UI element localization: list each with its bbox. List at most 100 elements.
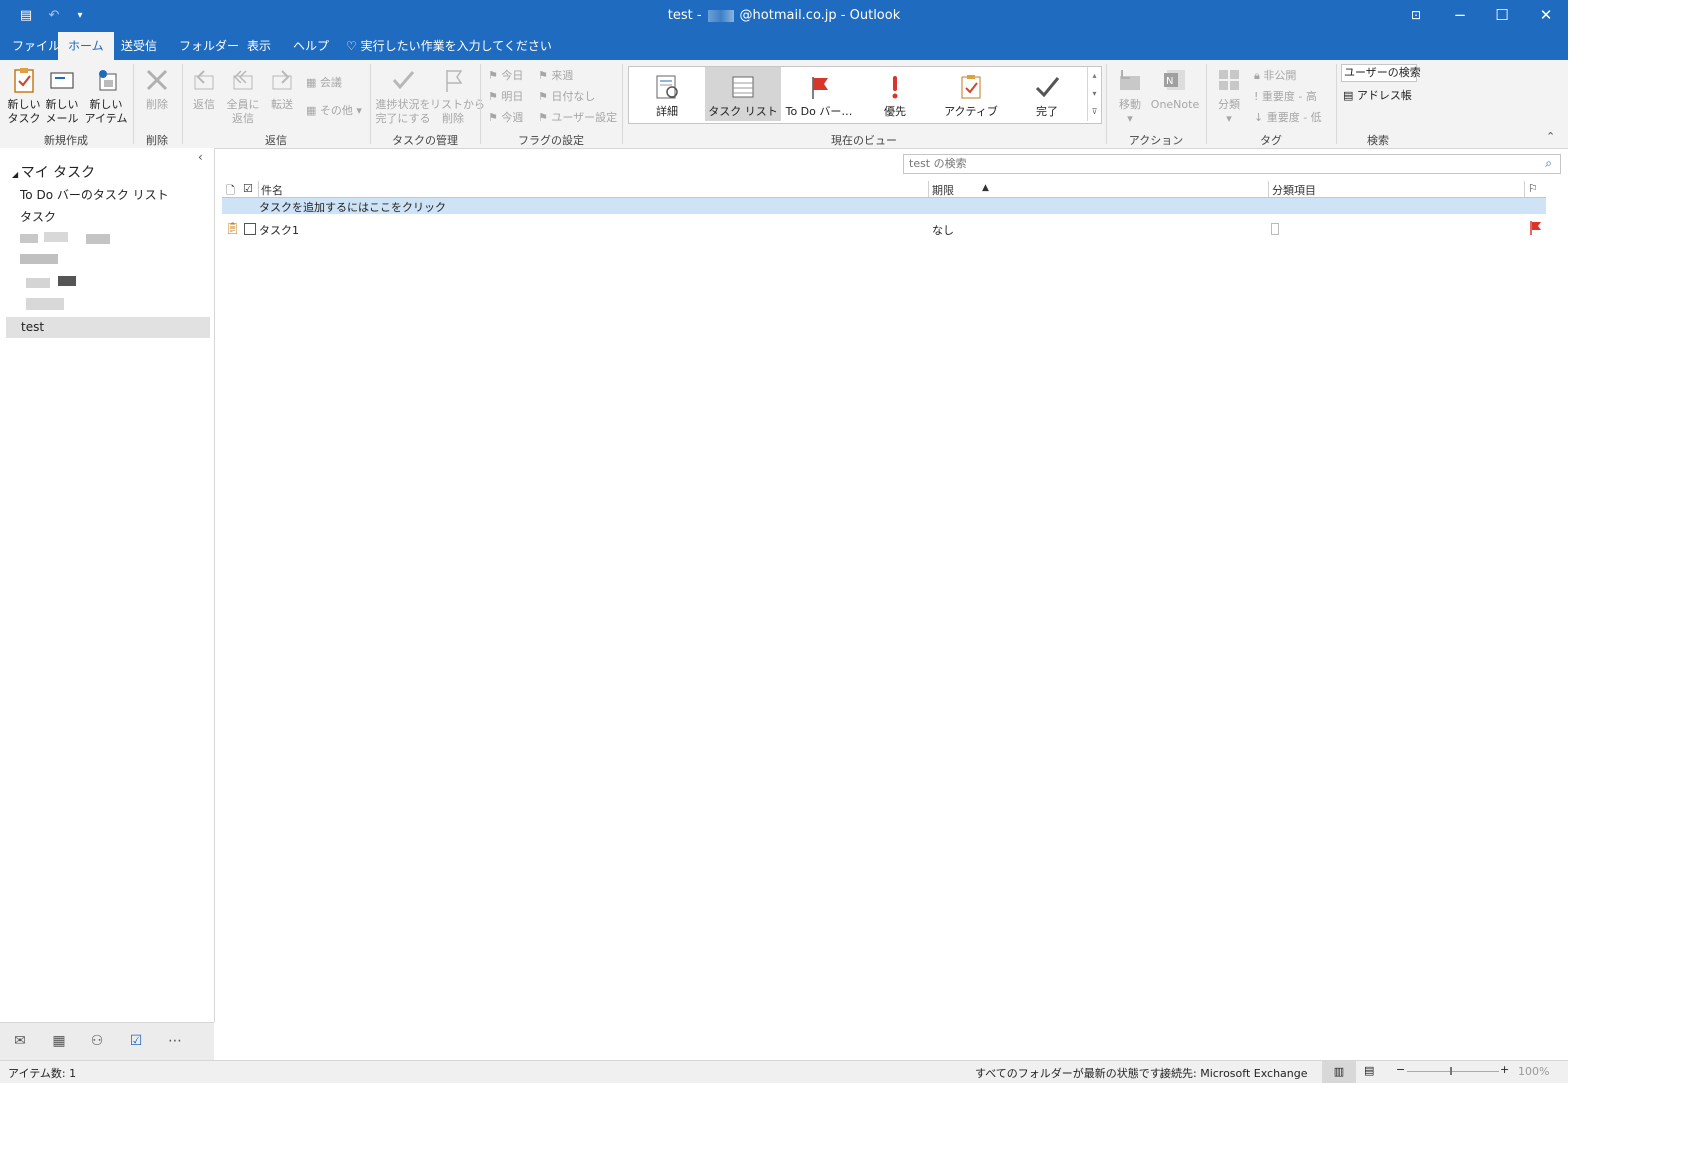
flag-icon: ⚑ bbox=[538, 90, 552, 103]
folder-selected-test[interactable]: test bbox=[6, 317, 210, 338]
ribbon: 新しい タスク 新しい メール 新しい アイテム 新規作成 削除 削除 返信 全… bbox=[0, 60, 1568, 149]
new-items-button[interactable]: 新しい アイテム bbox=[84, 66, 128, 126]
zoom-level[interactable]: 100% bbox=[1518, 1065, 1549, 1078]
move-button[interactable]: 移動 ▾ bbox=[1112, 66, 1148, 126]
delete-button[interactable]: 削除 bbox=[140, 66, 174, 112]
minimize-button[interactable]: − bbox=[1438, 0, 1482, 32]
reply-button[interactable]: 返信 bbox=[186, 66, 222, 112]
column-subject[interactable]: 件名 bbox=[261, 182, 283, 198]
private-button[interactable]: 🔒︎ 非公開 bbox=[1254, 67, 1296, 83]
new-task-prompt[interactable]: タスクを追加するにはここをクリック bbox=[259, 199, 446, 215]
new-task-button[interactable]: 新しい タスク bbox=[6, 66, 42, 126]
mail-icon[interactable]: ✉ bbox=[9, 1033, 31, 1051]
group-label-flags: フラグの設定 bbox=[518, 134, 584, 147]
separator bbox=[1336, 64, 1337, 144]
complete-column-icon[interactable]: ☑ bbox=[243, 182, 253, 195]
zoom-slider[interactable] bbox=[1407, 1071, 1499, 1072]
forward-button[interactable]: 転送 bbox=[264, 66, 300, 112]
maximize-button[interactable]: ☐ bbox=[1480, 0, 1524, 32]
zoom-out-icon[interactable]: − bbox=[1396, 1063, 1405, 1076]
mark-complete-button[interactable]: 進捗状況を 完了にする bbox=[374, 66, 432, 126]
view-todo-bar[interactable]: To Do バー… bbox=[781, 67, 857, 121]
folder-tasks[interactable]: タスク bbox=[20, 208, 56, 225]
people-icon[interactable]: ⚇ bbox=[86, 1033, 108, 1051]
flag-tomorrow-button[interactable]: ⚑ 明日 bbox=[488, 88, 523, 104]
exclamation-icon bbox=[892, 76, 898, 99]
tab-send-receive[interactable]: 送受信 bbox=[111, 32, 167, 60]
search-icon[interactable]: ⌕ bbox=[1545, 156, 1552, 171]
flag-icon: ⚑ bbox=[538, 69, 552, 82]
categorize-button[interactable]: 分類 ▾ bbox=[1212, 66, 1246, 126]
calendar-icon[interactable]: ▦ bbox=[48, 1033, 70, 1051]
group-label-tags: タグ bbox=[1260, 134, 1282, 147]
new-mail-icon bbox=[50, 72, 74, 89]
collapse-pane-icon[interactable]: ‹ bbox=[198, 150, 203, 164]
zoom-in-icon[interactable]: + bbox=[1500, 1063, 1509, 1076]
tab-help[interactable]: ヘルプ bbox=[283, 32, 339, 60]
flag-column-icon[interactable]: ⚐ bbox=[1528, 182, 1538, 195]
flag-icon: ⚑ bbox=[488, 111, 502, 124]
address-book-button[interactable]: ▤ アドレス帳 bbox=[1343, 87, 1412, 103]
zoom-slider-thumb[interactable] bbox=[1450, 1067, 1452, 1075]
view-prioritized[interactable]: 優先 bbox=[857, 67, 933, 121]
more-respond-button[interactable]: ▦ その他 ▾ bbox=[306, 102, 362, 118]
collapse-ribbon-icon[interactable]: ⌃ bbox=[1546, 130, 1555, 143]
view-active[interactable]: アクティブ bbox=[933, 67, 1009, 121]
ribbon-display-options-icon[interactable]: ⊡ bbox=[1394, 0, 1438, 32]
view-completed[interactable]: 完了 bbox=[1009, 67, 1085, 121]
redacted-folder bbox=[86, 234, 110, 244]
red-flag-icon[interactable] bbox=[1530, 221, 1542, 235]
categorize-icon bbox=[1219, 70, 1239, 90]
search-input[interactable] bbox=[904, 155, 1509, 171]
complete-checkbox[interactable] bbox=[244, 223, 256, 235]
new-mail-button[interactable]: 新しい メール bbox=[44, 66, 80, 126]
separator bbox=[182, 64, 183, 144]
normal-view-icon[interactable]: ▥ bbox=[1322, 1061, 1356, 1083]
column-category[interactable]: 分類項目 bbox=[1272, 182, 1316, 198]
task-list-view-icon bbox=[732, 76, 754, 98]
flag-next-week-button[interactable]: ⚑ 来週 bbox=[538, 67, 573, 83]
new-task-row[interactable]: タスクを追加するにはここをクリック bbox=[222, 198, 1546, 214]
reply-icon bbox=[194, 70, 214, 90]
remove-from-list-button[interactable]: リストから 削除 bbox=[430, 66, 485, 126]
category-box[interactable] bbox=[1271, 223, 1279, 235]
flag-remove-icon bbox=[446, 70, 463, 92]
flag-icon: ⚑ bbox=[538, 111, 552, 124]
active-task-icon bbox=[961, 75, 981, 99]
close-button[interactable]: ✕ bbox=[1524, 0, 1568, 32]
reading-view-icon[interactable]: ▤ bbox=[1364, 1064, 1374, 1077]
column-due[interactable]: 期限 bbox=[932, 182, 954, 198]
my-tasks-header[interactable]: ◢ マイ タスク bbox=[12, 162, 95, 182]
flag-custom-button[interactable]: ⚑ ユーザー設定 bbox=[538, 109, 617, 125]
tell-me-box[interactable]: ♡ 実行したい作業を入力してください bbox=[336, 32, 562, 60]
tab-view[interactable]: 表示 bbox=[237, 32, 281, 60]
redacted-folder bbox=[20, 234, 38, 243]
more-icon: ▦ bbox=[306, 104, 320, 117]
forward-icon bbox=[272, 70, 292, 90]
svg-text:N: N bbox=[1166, 76, 1173, 87]
separator bbox=[1206, 64, 1207, 144]
onenote-button[interactable]: N OneNote bbox=[1150, 66, 1200, 112]
gallery-scroll[interactable]: ▴ ▾ ⊽ bbox=[1087, 67, 1101, 121]
flag-this-week-button[interactable]: ⚑ 今週 bbox=[488, 109, 523, 125]
high-importance-button[interactable]: ! 重要度 - 高 bbox=[1254, 88, 1317, 104]
more-apps-icon[interactable]: ⋯ bbox=[164, 1033, 186, 1051]
tasks-icon[interactable]: ☑ bbox=[125, 1033, 147, 1051]
tab-home[interactable]: ホーム bbox=[58, 32, 114, 60]
reply-all-button[interactable]: 全員に 返信 bbox=[224, 66, 262, 126]
connection-status: 接続先: Microsoft Exchange bbox=[1160, 1067, 1308, 1080]
meeting-button[interactable]: ▦ 会議 bbox=[306, 74, 342, 90]
table-row[interactable]: 📋︎ タスク1 なし bbox=[222, 220, 1546, 238]
flag-today-button[interactable]: ⚑ 今日 bbox=[488, 67, 523, 83]
search-people-input[interactable]: ユーザーの検索 bbox=[1341, 64, 1421, 82]
search-box[interactable]: ⌕ bbox=[903, 154, 1561, 174]
task-item-icon: 📋︎ bbox=[225, 221, 241, 235]
low-importance-button[interactable]: ↓ 重要度 - 低 bbox=[1254, 109, 1322, 125]
view-detailed[interactable]: 詳細 bbox=[629, 67, 705, 121]
folder-todo-list[interactable]: To Do バーのタスク リスト bbox=[20, 186, 169, 203]
lightbulb-icon: ♡ bbox=[346, 39, 361, 53]
view-task-list[interactable]: タスク リスト bbox=[705, 67, 781, 121]
flag-no-date-button[interactable]: ⚑ 日付なし bbox=[538, 88, 595, 104]
task-clipboard-icon bbox=[14, 68, 34, 93]
onenote-icon: N bbox=[1164, 70, 1185, 90]
